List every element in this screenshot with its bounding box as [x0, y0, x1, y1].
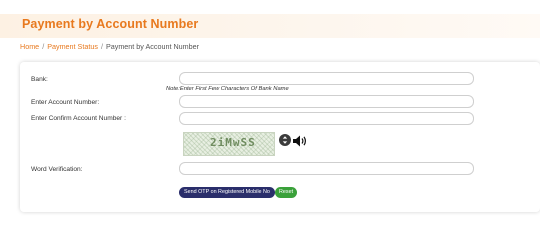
send-otp-button[interactable]: Send OTP on Registered Mobile No — [179, 187, 275, 198]
breadcrumb-payment-status[interactable]: Payment Status — [47, 42, 98, 51]
account-number-input[interactable] — [179, 95, 474, 108]
account-number-label: Enter Account Number: — [31, 99, 100, 106]
bank-label: Bank: — [31, 76, 48, 83]
breadcrumb-home[interactable]: Home — [20, 42, 39, 51]
page-header: Payment by Account Number — [0, 14, 540, 38]
confirm-account-number-label: Enter Confirm Account Number : — [31, 115, 126, 122]
bank-note: Note:Enter First Few Characters Of Bank … — [166, 86, 289, 92]
breadcrumb-separator: / — [100, 42, 103, 51]
captcha-text: 2iMwSS — [210, 136, 256, 149]
breadcrumb-separator: / — [42, 42, 45, 51]
word-verification-input[interactable] — [179, 162, 474, 175]
refresh-icon[interactable] — [279, 133, 291, 146]
page-title: Payment by Account Number — [22, 17, 199, 31]
reset-button[interactable]: Reset — [275, 187, 298, 198]
speaker-icon[interactable] — [292, 134, 308, 148]
breadcrumb-current: Payment by Account Number — [105, 42, 200, 51]
word-verification-label: Word Verification: — [31, 166, 83, 173]
confirm-account-number-input[interactable] — [179, 112, 474, 125]
payment-form-card: Bank: Note:Enter First Few Characters Of… — [20, 62, 540, 212]
captcha-image: 2iMwSS — [183, 132, 275, 156]
breadcrumb: Home / Payment Status / Payment by Account N… — [20, 42, 199, 51]
bank-input[interactable] — [179, 72, 474, 85]
